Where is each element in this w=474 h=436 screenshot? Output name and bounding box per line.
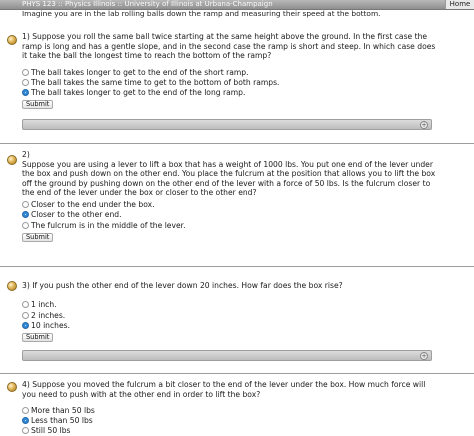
- option-label: 2 inches.: [31, 311, 66, 320]
- question-status-icon: [7, 382, 17, 392]
- question-status-icon: [7, 155, 17, 165]
- option-label: Closer to the other end.: [31, 210, 122, 219]
- radio-button[interactable]: [22, 427, 29, 434]
- radio-button[interactable]: [22, 79, 29, 86]
- divider: [0, 266, 474, 267]
- option-label: The fulcrum is in the middle of the leve…: [31, 221, 186, 230]
- window-title: PHYS 123 :: Physics Illinois :: Universi…: [22, 0, 273, 8]
- q1-feedback-bar[interactable]: +: [22, 119, 432, 130]
- question-4-text: 4) Suppose you moved the fulcrum a bit c…: [22, 380, 426, 399]
- question-status-icon: [7, 35, 17, 45]
- q2-submit-button[interactable]: Submit: [22, 233, 54, 242]
- radio-button[interactable]: [22, 201, 29, 208]
- radio-button-selected[interactable]: [22, 322, 29, 329]
- question-1-text: 1) Suppose you roll the same ball twice …: [22, 32, 436, 60]
- option-label: The ball takes the same time to get to t…: [31, 78, 280, 87]
- option-label: More than 50 lbs: [31, 406, 95, 415]
- question-2-text: 2) Suppose you are using a lever to lift…: [22, 150, 436, 197]
- option-label: Less than 50 lbs: [31, 416, 93, 425]
- radio-button[interactable]: [22, 222, 29, 229]
- radio-button-selected[interactable]: [22, 211, 29, 218]
- option-label: Still 50 lbs: [31, 426, 71, 435]
- question-status-icon: [7, 281, 17, 291]
- intro-text: Imagine you are in the lab rolling balls…: [22, 9, 381, 18]
- divider: [0, 143, 474, 144]
- option-label: The ball takes longer to get to the end …: [31, 88, 246, 97]
- radio-button[interactable]: [22, 407, 29, 414]
- home-button[interactable]: Home: [445, 0, 474, 9]
- expand-icon[interactable]: +: [420, 121, 428, 129]
- option-label: 1 inch.: [31, 300, 57, 309]
- divider: [0, 373, 474, 374]
- radio-button[interactable]: [22, 69, 29, 76]
- q3-feedback-bar[interactable]: +: [22, 350, 432, 361]
- q1-submit-button[interactable]: Submit: [22, 100, 54, 109]
- radio-button[interactable]: [22, 301, 29, 308]
- option-label: Closer to the end under the box.: [31, 200, 155, 209]
- option-label: 10 inches.: [31, 321, 71, 330]
- option-label: The ball takes longer to get to the end …: [31, 68, 249, 77]
- radio-button-selected[interactable]: [22, 417, 29, 424]
- radio-button[interactable]: [22, 312, 29, 319]
- question-3-text: 3) If you push the other end of the leve…: [22, 281, 343, 290]
- radio-button-selected[interactable]: [22, 89, 29, 96]
- expand-icon[interactable]: +: [420, 352, 428, 360]
- q3-submit-button[interactable]: Submit: [22, 333, 54, 342]
